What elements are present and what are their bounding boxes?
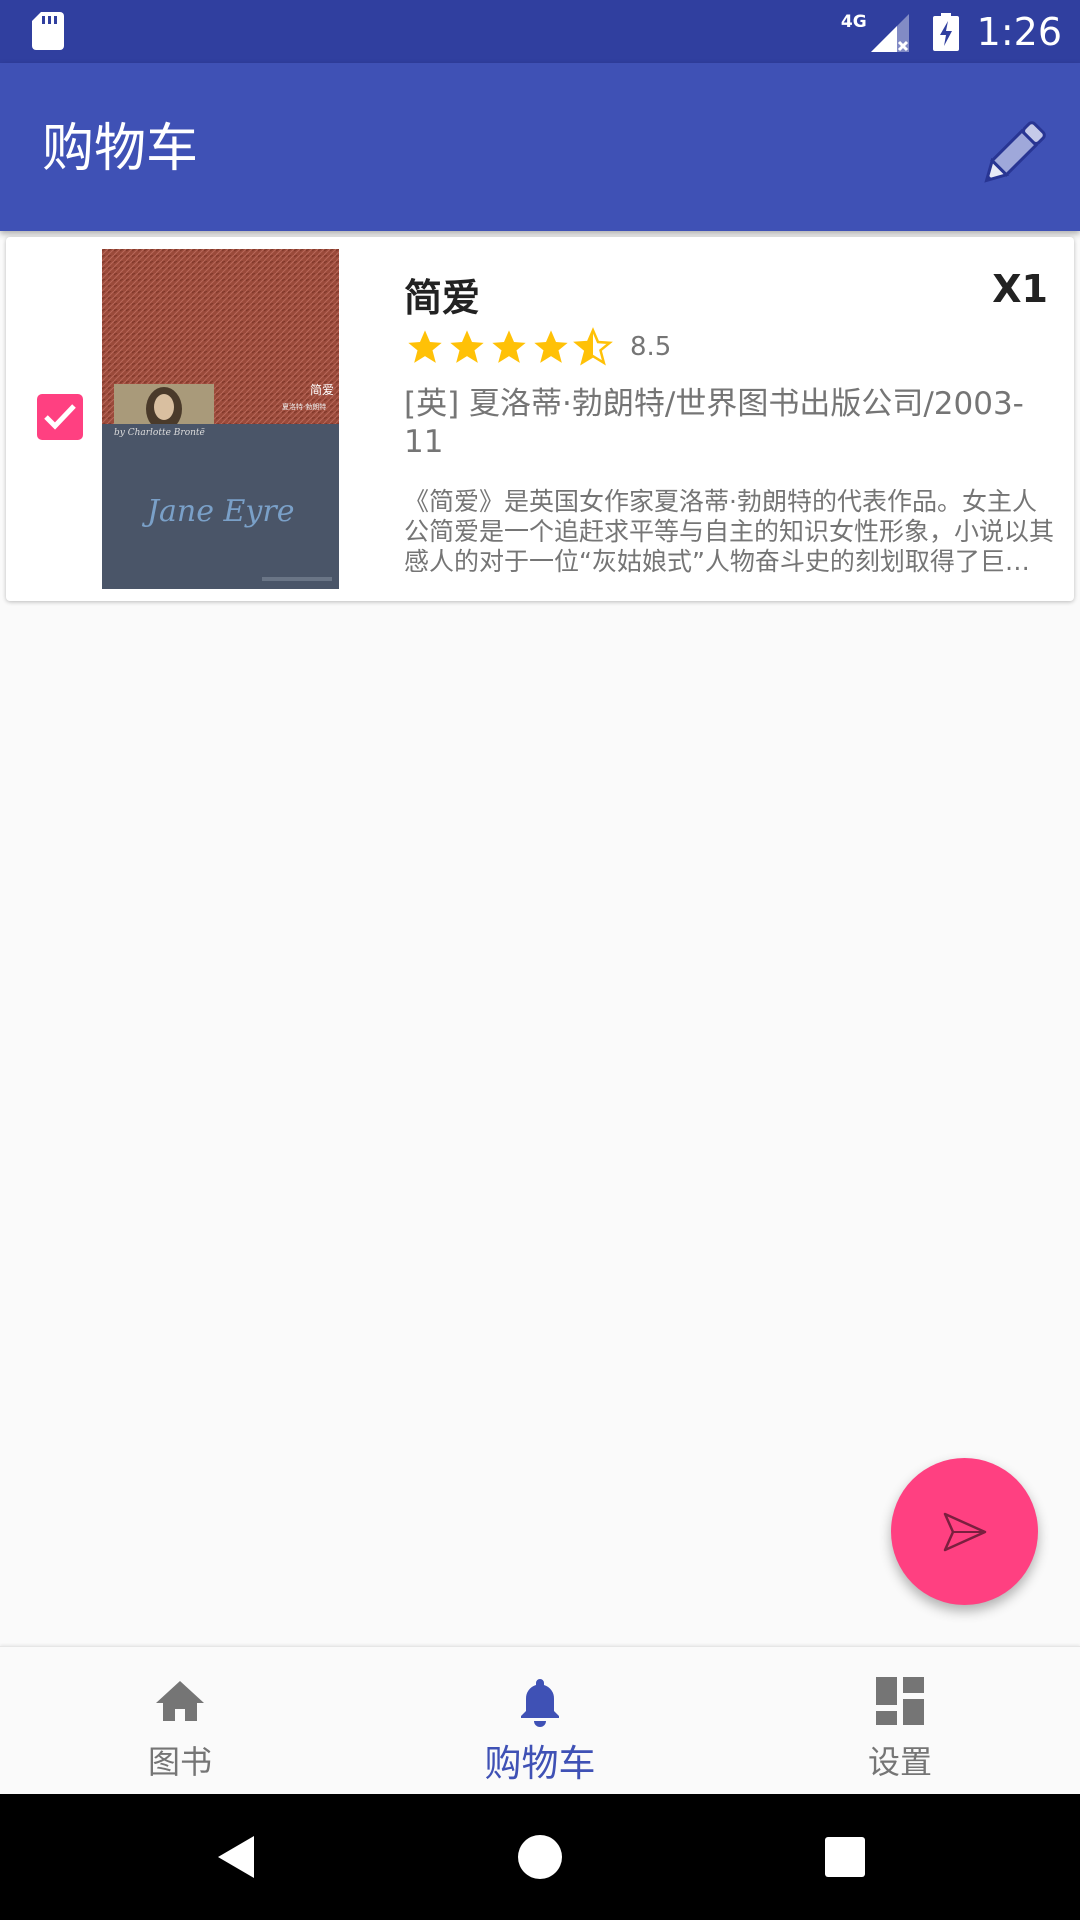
rating-bar: 8.5 xyxy=(404,327,671,367)
page-title: 购物车 xyxy=(42,119,199,179)
home-icon xyxy=(156,1681,204,1721)
svg-text:夏洛特·勃朗特: 夏洛特·勃朗特 xyxy=(282,402,326,411)
star-full-icon xyxy=(492,330,526,363)
system-navigation-bar xyxy=(0,1794,1080,1920)
item-select-checkbox[interactable] xyxy=(37,394,83,440)
book-cover-image: 简爱 夏洛特·勃朗特 by Charlotte Brontë Jane Eyre xyxy=(102,249,339,589)
nav-item-books[interactable]: 图书 xyxy=(0,1647,360,1795)
star-full-icon xyxy=(450,330,484,363)
nav-label-settings: 设置 xyxy=(867,1743,932,1781)
battery-charging-icon xyxy=(932,12,959,51)
quantity-label: X1 xyxy=(992,267,1048,311)
sd-card-icon xyxy=(32,12,64,50)
clock: 1:26 xyxy=(976,9,1062,54)
bottom-navigation: 图书 购物车 设置 xyxy=(0,1646,1080,1794)
book-title: 简爱 xyxy=(404,276,481,320)
svg-text:by Charlotte Brontë: by Charlotte Brontë xyxy=(114,428,205,438)
book-description: 《简爱》是英国女作家夏洛蒂·勃朗特的代表作品。女主人公简爱是一个追赶求平等与自主… xyxy=(404,487,1054,576)
edit-pencil-icon[interactable] xyxy=(972,115,1052,195)
send-icon xyxy=(943,1512,987,1552)
cart-item-card[interactable]: 简爱 夏洛特·勃朗特 by Charlotte Brontë Jane Eyre… xyxy=(6,237,1074,601)
network-type-label: 4G xyxy=(840,12,867,32)
back-icon[interactable] xyxy=(212,1832,262,1882)
status-bar: 4G 1:26 xyxy=(0,0,1080,63)
star-full-icon xyxy=(534,330,568,363)
star-full-icon xyxy=(408,330,442,363)
screen: 4G 1:26 购物车 简爱 夏洛特·勃朗特 by Charlotte Bron… xyxy=(0,0,1080,1920)
svg-text:Jane Eyre: Jane Eyre xyxy=(141,494,294,529)
home-circle-icon[interactable] xyxy=(515,1832,565,1882)
bell-icon xyxy=(521,1679,559,1727)
nav-item-cart[interactable]: 购物车 xyxy=(360,1647,720,1795)
nav-item-settings[interactable]: 设置 xyxy=(720,1647,1080,1795)
nav-label-cart: 购物车 xyxy=(484,1742,596,1785)
rating-value: 8.5 xyxy=(630,332,672,362)
signal-icon xyxy=(870,13,909,52)
nav-label-books: 图书 xyxy=(147,1743,212,1781)
recents-icon[interactable] xyxy=(820,1832,870,1882)
send-fab-button[interactable] xyxy=(891,1458,1038,1605)
dashboard-icon xyxy=(876,1677,924,1725)
check-icon xyxy=(44,404,76,430)
author-publisher-info: [英] 夏洛蒂·勃朗特/世界图书出版公司/2003-11 xyxy=(404,386,1024,460)
star-half-icon xyxy=(573,327,613,366)
svg-text:简爱: 简爱 xyxy=(310,383,334,397)
app-bar: 购物车 xyxy=(0,63,1080,231)
